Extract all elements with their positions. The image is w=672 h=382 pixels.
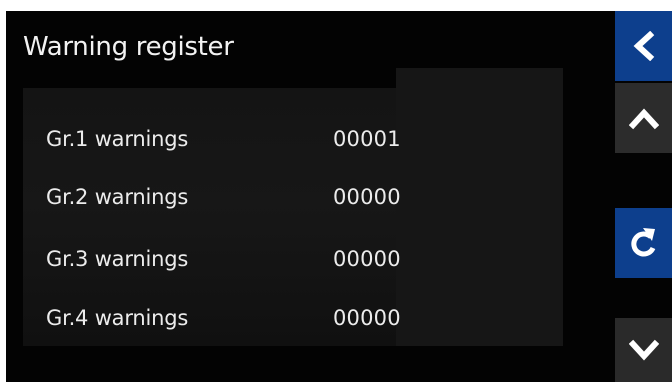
warning-group-2-label: Gr.2 warnings <box>46 185 189 209</box>
scroll-up-button[interactable] <box>615 83 672 153</box>
scroll-down-button[interactable] <box>615 318 672 382</box>
content-panel-overlay <box>396 68 563 346</box>
warning-group-4-value: 00000 <box>333 306 401 330</box>
warning-group-1-label: Gr.1 warnings <box>46 127 189 151</box>
chevron-up-icon <box>628 108 659 130</box>
refresh-button[interactable] <box>615 208 672 278</box>
refresh-icon <box>630 228 655 257</box>
device-screen: Warning register Gr.1 warnings 00001 Gr.… <box>0 0 672 382</box>
warning-group-3-label: Gr.3 warnings <box>46 247 189 271</box>
warning-group-3-value: 00000 <box>333 247 401 271</box>
warning-group-2-value: 00000 <box>333 185 401 209</box>
warning-group-1-value: 00001 <box>333 127 401 151</box>
warning-group-4-label: Gr.4 warnings <box>46 306 189 330</box>
page-title: Warning register <box>23 32 234 62</box>
display-area: Warning register Gr.1 warnings 00001 Gr.… <box>6 11 672 382</box>
chevron-down-icon <box>628 339 659 361</box>
back-button[interactable] <box>615 11 672 81</box>
chevron-left-icon <box>633 31 654 61</box>
